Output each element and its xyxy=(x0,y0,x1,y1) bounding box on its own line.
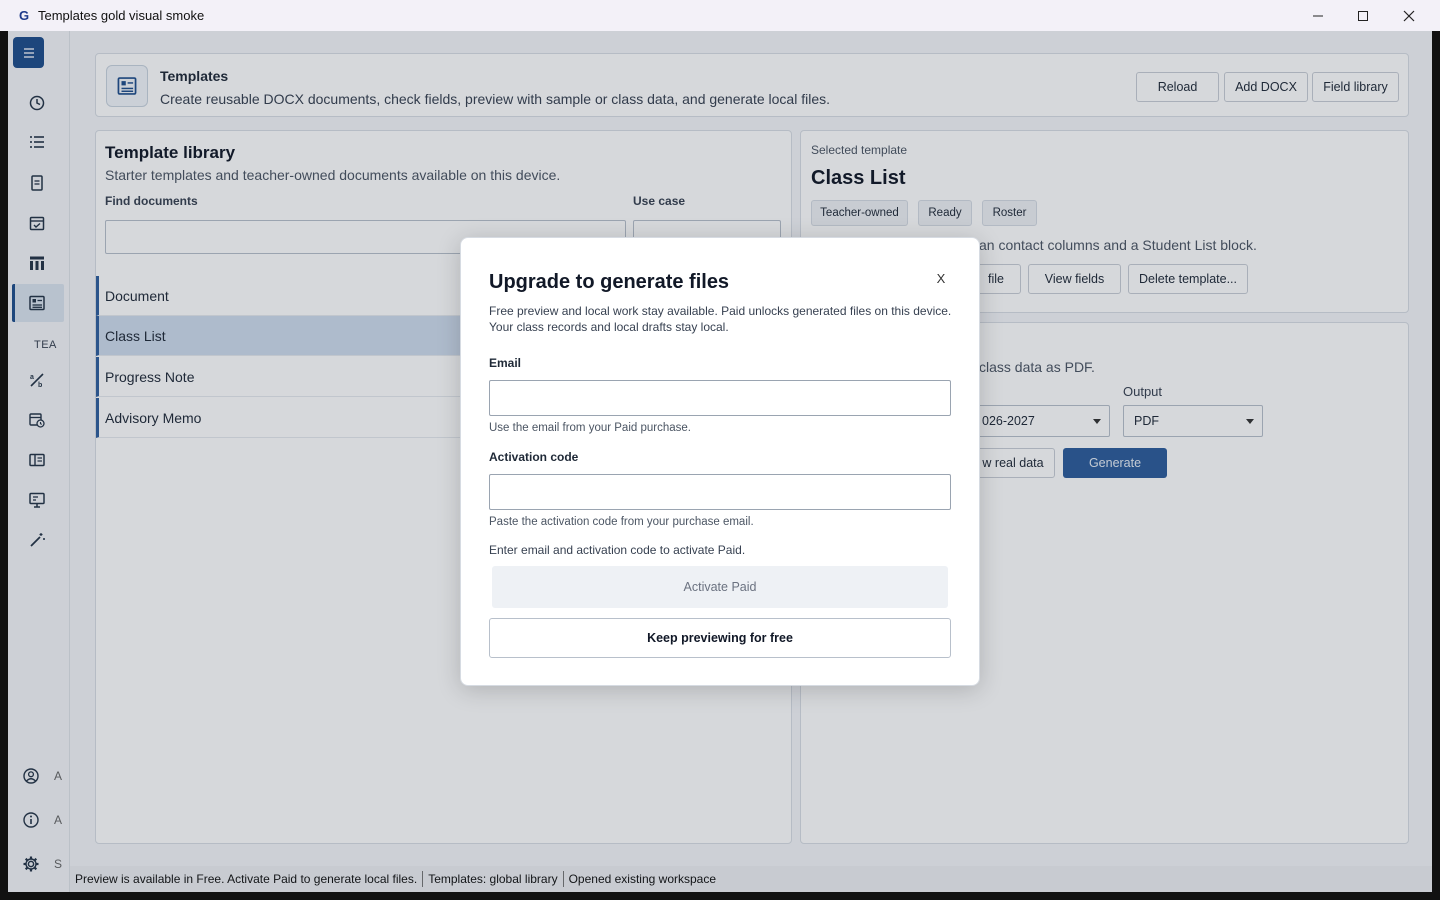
email-label: Email xyxy=(489,356,522,370)
upgrade-dialog: Upgrade to generate files X Free preview… xyxy=(460,237,980,686)
close-window-button[interactable] xyxy=(1386,0,1432,31)
app-logo-icon: G xyxy=(18,7,30,23)
activation-code-label: Activation code xyxy=(489,450,579,464)
activation-code-field[interactable] xyxy=(489,474,951,510)
activate-paid-button[interactable]: Activate Paid xyxy=(492,566,948,608)
close-icon xyxy=(1403,10,1415,21)
dialog-title: Upgrade to generate files xyxy=(489,271,730,293)
email-field[interactable] xyxy=(489,380,951,416)
dialog-description: Free preview and local work stay availab… xyxy=(489,304,952,334)
maximize-button[interactable] xyxy=(1340,0,1386,31)
minimize-icon xyxy=(1313,15,1323,16)
activation-note: Enter email and activation code to activ… xyxy=(489,543,746,557)
keep-previewing-button[interactable]: Keep previewing for free xyxy=(489,618,951,658)
app-window: TEA ab A A S Templates Create reusable D… xyxy=(8,31,1432,892)
window-titlebar: G Templates gold visual smoke xyxy=(0,0,1440,31)
minimize-button[interactable] xyxy=(1295,0,1341,31)
email-hint: Use the email from your Paid purchase. xyxy=(489,422,691,434)
maximize-icon xyxy=(1358,10,1368,21)
activation-code-hint: Paste the activation code from your purc… xyxy=(489,516,754,528)
dialog-close-button[interactable]: X xyxy=(933,269,949,287)
window-title: Templates gold visual smoke xyxy=(38,8,205,23)
